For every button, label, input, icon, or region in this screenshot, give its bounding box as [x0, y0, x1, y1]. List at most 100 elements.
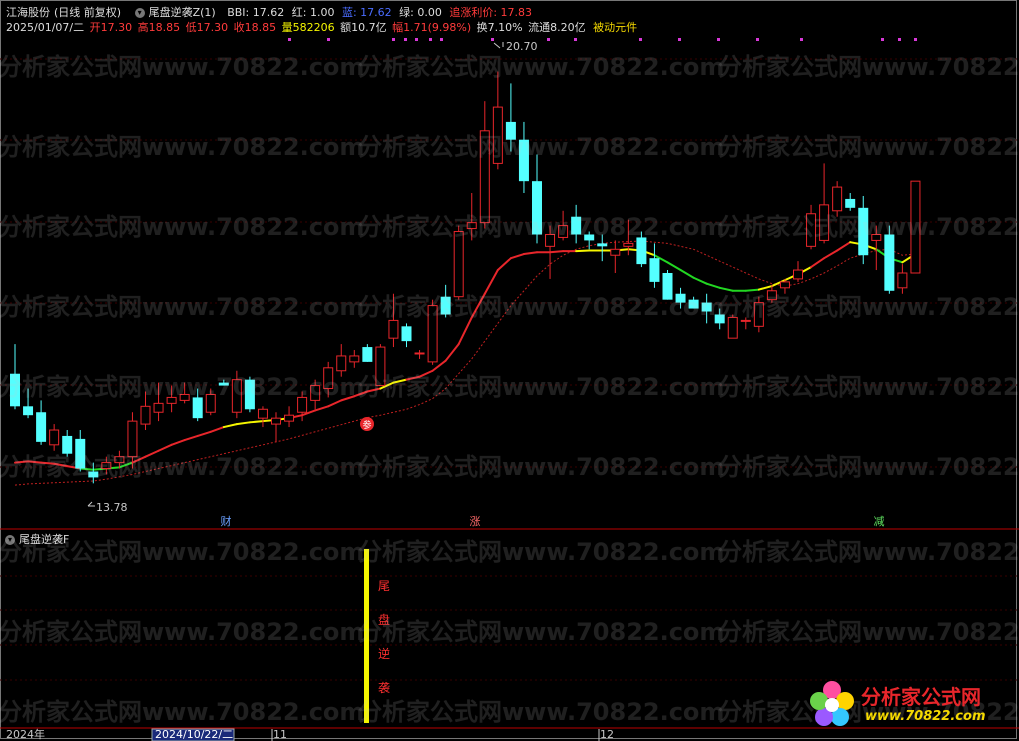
candle-body-up[interactable]	[271, 417, 281, 425]
candle-body-up[interactable]	[284, 414, 295, 422]
candle-body-down[interactable]	[62, 435, 73, 454]
candle-body-up[interactable]	[375, 346, 386, 387]
candle-body-up[interactable]	[323, 367, 334, 390]
candle-body-down[interactable]	[401, 326, 412, 342]
candle-body-down[interactable]	[440, 296, 451, 315]
candle-body-down[interactable]	[688, 299, 699, 309]
candle-body-up[interactable]	[766, 290, 777, 301]
sub-collapse-icon[interactable]: ▾	[5, 535, 15, 545]
candle-body-down[interactable]	[88, 471, 99, 478]
candle-body-up[interactable]	[114, 456, 125, 464]
candle-body-down[interactable]	[714, 314, 725, 324]
ma-segment	[27, 460, 43, 464]
ma-segment	[418, 369, 434, 378]
candle-body-down[interactable]	[532, 181, 542, 235]
time-cursor-label[interactable]: 2024/10/22/二	[155, 728, 233, 741]
candle-body-up[interactable]	[558, 225, 569, 238]
candle-body-up[interactable]	[453, 231, 464, 298]
ma-segment	[170, 439, 186, 446]
sub-panel-title[interactable]: 尾盘逆袭F	[19, 533, 69, 546]
candle-body-up[interactable]	[779, 281, 790, 289]
jian-marker[interactable]: 减	[874, 515, 885, 528]
zhang-marker[interactable]: 涨	[470, 515, 481, 528]
ma-segment	[248, 420, 264, 424]
candle-body-up[interactable]	[492, 106, 503, 164]
ma-segment	[183, 434, 199, 442]
candle-body-up[interactable]	[897, 272, 908, 289]
candle-body-up[interactable]	[793, 269, 803, 280]
candle-body-down[interactable]	[505, 121, 516, 140]
signal-dot	[415, 38, 418, 41]
candle-body-up[interactable]	[479, 130, 490, 224]
candle-body-down[interactable]	[662, 273, 673, 300]
candle-body-up[interactable]	[427, 305, 438, 363]
signal-dot	[898, 38, 901, 41]
sub-panel-header: ▾ 尾盘逆袭F	[5, 533, 73, 546]
ma-segment	[810, 257, 826, 269]
candle-body-down[interactable]	[192, 397, 203, 419]
ma-segment	[392, 378, 408, 384]
candle-body-up[interactable]	[819, 204, 830, 241]
candle-body-down[interactable]	[23, 406, 34, 416]
candle-body-up[interactable]	[140, 405, 151, 425]
candle-body-up[interactable]	[166, 396, 177, 404]
candle-body-down[interactable]	[362, 347, 373, 362]
price-chart[interactable]: 20.70 13.78 参 财 涨 减 尾盘逆袭 2024年 2024/10/2…	[0, 0, 1019, 741]
signal-dot	[491, 38, 494, 41]
candle-body-up[interactable]	[414, 352, 425, 355]
candle-body-down[interactable]	[10, 373, 20, 407]
candle-body-up[interactable]	[127, 420, 138, 458]
low-arrow	[87, 501, 95, 507]
ma-segment	[157, 443, 173, 452]
ma-segment	[457, 316, 473, 346]
low-price-label: 13.78	[96, 501, 128, 514]
candle-body-up[interactable]	[910, 180, 921, 274]
candle-body-down[interactable]	[845, 198, 856, 208]
candle-body-down[interactable]	[244, 379, 255, 410]
candle-body-up[interactable]	[101, 462, 112, 470]
candle-body-down[interactable]	[701, 302, 712, 312]
candle-body-up[interactable]	[49, 429, 60, 446]
candle-body-up[interactable]	[388, 319, 399, 339]
candle-body-up[interactable]	[231, 379, 242, 413]
candle-body-down[interactable]	[218, 382, 229, 386]
ma-segment	[679, 269, 695, 279]
candle-body-up[interactable]	[806, 213, 817, 247]
candle-body-down[interactable]	[75, 438, 86, 469]
candle-body-down[interactable]	[858, 207, 869, 256]
candle-body-down[interactable]	[518, 139, 529, 182]
sub-grid-lines	[0, 575, 1019, 681]
candle-body-up[interactable]	[257, 408, 268, 419]
cai-marker[interactable]: 财	[221, 514, 232, 528]
candle-body-down[interactable]	[636, 237, 647, 265]
ma-segment	[366, 387, 382, 393]
candle-body-up[interactable]	[310, 385, 321, 401]
candle-body-up[interactable]	[610, 248, 621, 256]
candle-body-up[interactable]	[871, 233, 882, 241]
high-arrow	[493, 42, 501, 49]
candle-body-up[interactable]	[740, 319, 751, 322]
candle-body-up[interactable]	[545, 233, 556, 247]
candle-body-down[interactable]	[571, 216, 582, 235]
candle-body-up[interactable]	[753, 302, 764, 327]
candle-body-down[interactable]	[584, 234, 595, 241]
candle-body-down[interactable]	[675, 293, 686, 303]
candle-body-up[interactable]	[466, 222, 477, 230]
candle-body-up[interactable]	[832, 186, 843, 212]
candle-body-up[interactable]	[297, 396, 308, 413]
candle-body-down[interactable]	[597, 243, 608, 247]
candle-body-up[interactable]	[205, 393, 216, 413]
candle-body-down[interactable]	[649, 258, 660, 282]
signal-dots	[288, 38, 917, 41]
candle-body-up[interactable]	[349, 355, 360, 363]
candle-body-down[interactable]	[884, 234, 895, 291]
candles-group	[10, 71, 921, 484]
ma-segment	[14, 460, 30, 464]
candle-body-up[interactable]	[153, 402, 164, 413]
candle-body-down[interactable]	[36, 412, 47, 442]
ma-segment	[836, 241, 852, 252]
candle-body-up[interactable]	[336, 355, 347, 372]
candle-body-up[interactable]	[179, 393, 190, 401]
candle-body-up[interactable]	[623, 242, 634, 247]
candle-body-up[interactable]	[727, 316, 738, 339]
